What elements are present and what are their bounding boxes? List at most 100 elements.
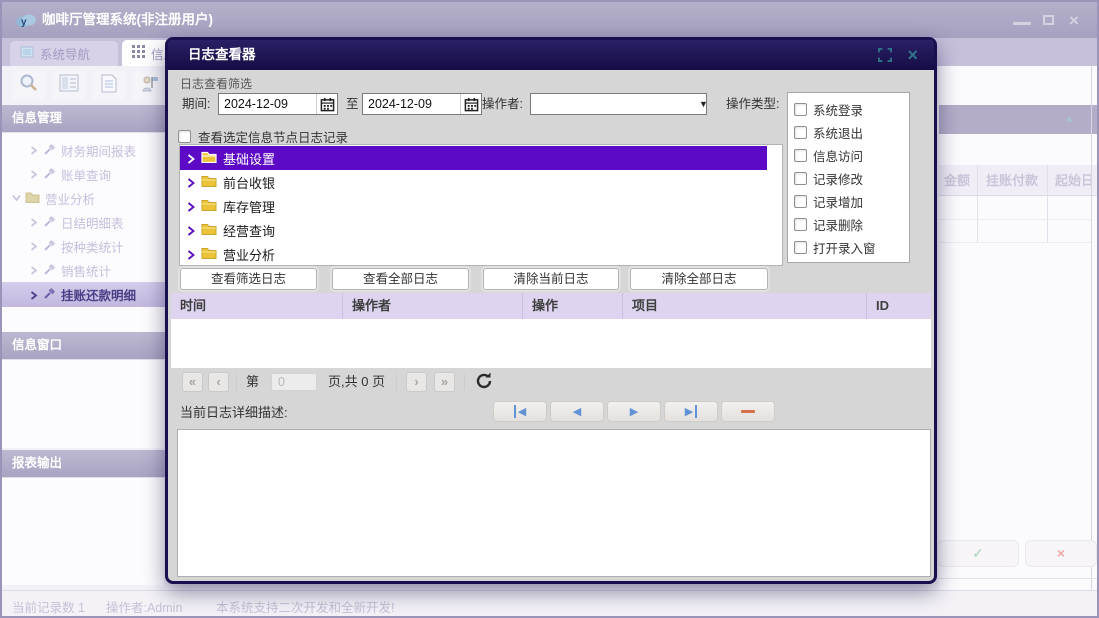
search-toolbar-button[interactable] [12, 71, 46, 100]
sidebar-item-category-stats[interactable]: 按种类统计 [2, 234, 165, 258]
person-flag-icon [139, 74, 159, 98]
operator-combobox[interactable]: ▼ [530, 93, 707, 115]
tree-item-business-query[interactable]: 经营查询 [180, 218, 782, 242]
record-first-button[interactable]: ◀ [493, 401, 547, 422]
tree-item-basic-settings[interactable]: 基础设置 [180, 146, 767, 170]
tree-item-inventory[interactable]: 库存管理 [180, 194, 782, 218]
checkbox-icon[interactable] [794, 195, 807, 208]
minus-icon [741, 410, 755, 413]
record-last-button[interactable]: ▶ [664, 401, 718, 422]
sidebar-item-bill-query[interactable]: 账单查询 [2, 162, 165, 186]
sidebar-section-info-manage[interactable]: 信息管理 [2, 105, 165, 132]
log-detail-textarea[interactable] [177, 429, 931, 577]
sidebar-section-info-window[interactable]: 信息窗口 [2, 332, 165, 359]
operator-combo-input[interactable] [531, 96, 699, 112]
document-toolbar-button[interactable] [92, 71, 126, 100]
type-option-open-entry[interactable]: 打开录入窗 [794, 236, 909, 259]
sidebar-item-sales-stats[interactable]: 销售统计 [2, 258, 165, 282]
date-from-field[interactable] [218, 93, 338, 115]
next-page-button[interactable]: › [406, 372, 427, 392]
close-window-button[interactable]: × [1065, 14, 1083, 28]
view-filtered-log-button[interactable]: 查看筛选日志 [180, 268, 317, 290]
tab-system-nav[interactable]: 系统导航 [10, 41, 118, 66]
dropdown-arrow-icon[interactable]: ▼ [699, 99, 708, 109]
sidebar-section-report-output[interactable]: 报表输出 [2, 450, 165, 477]
first-page-button[interactable]: « [182, 372, 203, 392]
column-operation[interactable]: 操作 [523, 293, 623, 319]
column-project[interactable]: 项目 [623, 293, 867, 319]
chevron-right-icon [187, 250, 195, 258]
checkbox-icon[interactable] [178, 130, 191, 143]
sidebar-item-finance-period-report[interactable]: 财务期间报表 [2, 138, 165, 162]
tree-item-business-analysis[interactable]: 营业分析 [180, 242, 782, 266]
last-page-button[interactable]: » [434, 372, 455, 392]
type-option-record-modify[interactable]: 记录修改 [794, 167, 909, 190]
first-record-icon: ◀ [514, 405, 526, 418]
operator-toolbar-button[interactable] [132, 71, 166, 100]
restore-button[interactable] [1039, 14, 1057, 28]
view-all-log-button[interactable]: 查看全部日志 [332, 268, 469, 290]
cancel-button[interactable]: × [1025, 540, 1097, 567]
type-option-login[interactable]: 系统登录 [794, 98, 909, 121]
operator-label: 操作者: [482, 93, 523, 115]
sidebar-item-label: 销售统计 [61, 261, 111, 280]
calendar-icon[interactable] [460, 94, 481, 114]
tree-item-front-cashier[interactable]: 前台收银 [180, 170, 782, 194]
date-from-input[interactable] [219, 97, 316, 111]
clear-all-log-button[interactable]: 清除全部日志 [630, 268, 768, 290]
report-icon [43, 215, 56, 230]
record-prev-button[interactable]: ◀ [550, 401, 604, 422]
log-table-header: 时间 操作者 操作 项目 ID [171, 293, 931, 319]
last-record-icon: ▶ [685, 405, 697, 418]
document-icon [101, 74, 117, 98]
column-operator[interactable]: 操作者 [343, 293, 523, 319]
type-option-record-add[interactable]: 记录增加 [794, 190, 909, 213]
form-toolbar-button[interactable] [52, 71, 86, 100]
background-panel-header [939, 105, 1099, 134]
type-option-logout[interactable]: 系统退出 [794, 121, 909, 144]
prev-page-button[interactable]: ‹ [208, 372, 229, 392]
info-window-panel [2, 359, 164, 448]
bg-column-amount: 金额 [940, 165, 970, 196]
column-id[interactable]: ID [867, 293, 931, 319]
date-to-field[interactable] [362, 93, 482, 115]
refresh-icon[interactable] [474, 371, 494, 396]
report-output-panel [2, 477, 164, 585]
collapse-up-icon[interactable]: ▲ [1064, 112, 1075, 126]
divider [236, 374, 237, 390]
chevron-right-icon [30, 170, 38, 178]
type-option-record-delete[interactable]: 记录删除 [794, 213, 909, 236]
page-number-input[interactable] [271, 373, 317, 391]
folder-icon [25, 191, 40, 206]
date-to-input[interactable] [363, 97, 460, 111]
checkbox-icon[interactable] [794, 241, 807, 254]
filter-group-label: 日志查看筛选 [180, 75, 252, 92]
sidebar-folder-business-analysis[interactable]: 营业分析 [2, 186, 165, 210]
clear-current-log-button[interactable]: 清除当前日志 [483, 268, 619, 290]
checkbox-icon[interactable] [794, 218, 807, 231]
maximize-dialog-icon[interactable] [878, 48, 892, 67]
record-delete-button[interactable] [721, 401, 775, 422]
svg-text:y: y [21, 17, 27, 28]
sidebar-item-credit-repayment-detail[interactable]: 挂账还款明细 [2, 282, 165, 307]
tree-item-label: 营业分析 [223, 245, 275, 264]
chevron-right-icon [30, 291, 38, 299]
confirm-button[interactable]: ✓ [937, 540, 1019, 567]
type-option-info-access[interactable]: 信息访问 [794, 144, 909, 167]
close-dialog-icon[interactable]: × [907, 44, 918, 66]
checkbox-icon[interactable] [794, 103, 807, 116]
report-icon [43, 143, 56, 158]
page-prefix-label: 第 [246, 372, 259, 392]
chevron-right-icon [30, 266, 38, 274]
column-time[interactable]: 时间 [171, 293, 343, 319]
checkbox-icon[interactable] [794, 149, 807, 162]
type-option-label: 打开录入窗 [813, 238, 876, 257]
sidebar-item-daily-detail[interactable]: 日结明细表 [2, 210, 165, 234]
minimize-button[interactable] [1013, 14, 1031, 28]
calendar-icon[interactable] [316, 94, 337, 114]
background-content-panel [939, 66, 1099, 590]
report-icon [43, 263, 56, 278]
checkbox-icon[interactable] [794, 172, 807, 185]
checkbox-icon[interactable] [794, 126, 807, 139]
record-next-button[interactable]: ▶ [607, 401, 661, 422]
